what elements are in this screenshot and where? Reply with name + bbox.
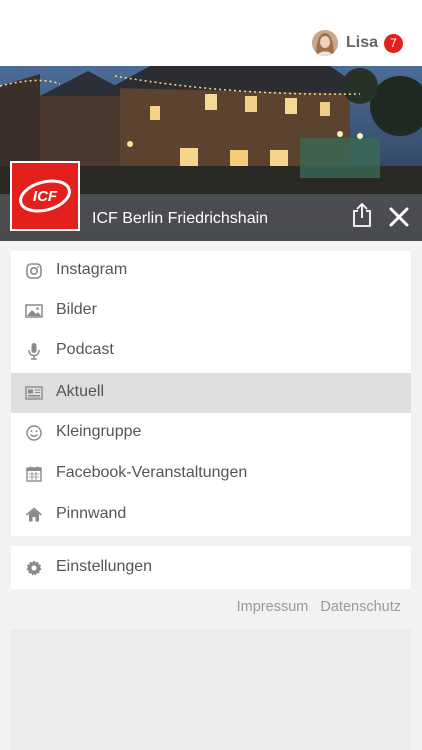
close-icon[interactable] bbox=[388, 206, 410, 228]
hero-banner: ICF ICF Berlin Friedrichshain bbox=[0, 66, 422, 241]
svg-text:ICF: ICF bbox=[33, 188, 58, 205]
calendar-icon bbox=[25, 465, 43, 483]
top-bar: Lisa 7 bbox=[0, 0, 422, 66]
user-avatar[interactable] bbox=[312, 30, 338, 56]
notification-badge[interactable]: 7 bbox=[384, 34, 403, 53]
datenschutz-link[interactable]: Datenschutz bbox=[320, 599, 401, 615]
gear-icon bbox=[25, 559, 43, 577]
menu-item-instagram[interactable]: Instagram bbox=[11, 251, 411, 291]
menu-item-label: Pinnwand bbox=[56, 505, 127, 522]
menu-item-label: Facebook-Veranstaltungen bbox=[56, 464, 248, 481]
smiley-icon bbox=[25, 424, 43, 442]
image-icon bbox=[25, 302, 43, 320]
menu-item-aktuell[interactable]: Aktuell bbox=[11, 373, 411, 413]
menu-item-facebook-events[interactable]: Facebook-Veranstaltungen bbox=[11, 454, 411, 494]
user-name[interactable]: Lisa bbox=[346, 34, 378, 52]
microphone-icon bbox=[25, 342, 43, 360]
menu-item-pinnwand[interactable]: Pinnwand bbox=[11, 495, 411, 535]
menu-item-label: Aktuell bbox=[56, 383, 105, 400]
footer-links: Impressum Datenschutz bbox=[229, 599, 401, 615]
church-name: ICF Berlin Friedrichshain bbox=[92, 210, 269, 227]
menu-item-einstellungen[interactable]: Einstellungen bbox=[11, 548, 411, 588]
settings-card: Einstellungen bbox=[11, 546, 411, 589]
menu-item-label: Kleingruppe bbox=[56, 423, 142, 440]
navigation-menu: Instagram Bilder Podcast Aktuell Kleingr… bbox=[11, 251, 411, 536]
impressum-link[interactable]: Impressum bbox=[237, 599, 309, 615]
menu-item-bilder[interactable]: Bilder bbox=[11, 291, 411, 331]
home-icon bbox=[25, 506, 43, 524]
share-icon[interactable] bbox=[350, 202, 374, 228]
menu-item-kleingruppe[interactable]: Kleingruppe bbox=[11, 413, 411, 453]
church-logo: ICF bbox=[10, 161, 80, 231]
menu-item-label: Instagram bbox=[56, 261, 128, 278]
menu-item-label: Podcast bbox=[56, 341, 114, 358]
menu-item-podcast[interactable]: Podcast bbox=[11, 331, 411, 371]
instagram-icon bbox=[25, 262, 43, 280]
newspaper-icon bbox=[25, 384, 43, 402]
menu-item-label: Bilder bbox=[56, 301, 97, 318]
menu-item-label: Einstellungen bbox=[56, 558, 153, 575]
bottom-panel bbox=[11, 630, 411, 750]
